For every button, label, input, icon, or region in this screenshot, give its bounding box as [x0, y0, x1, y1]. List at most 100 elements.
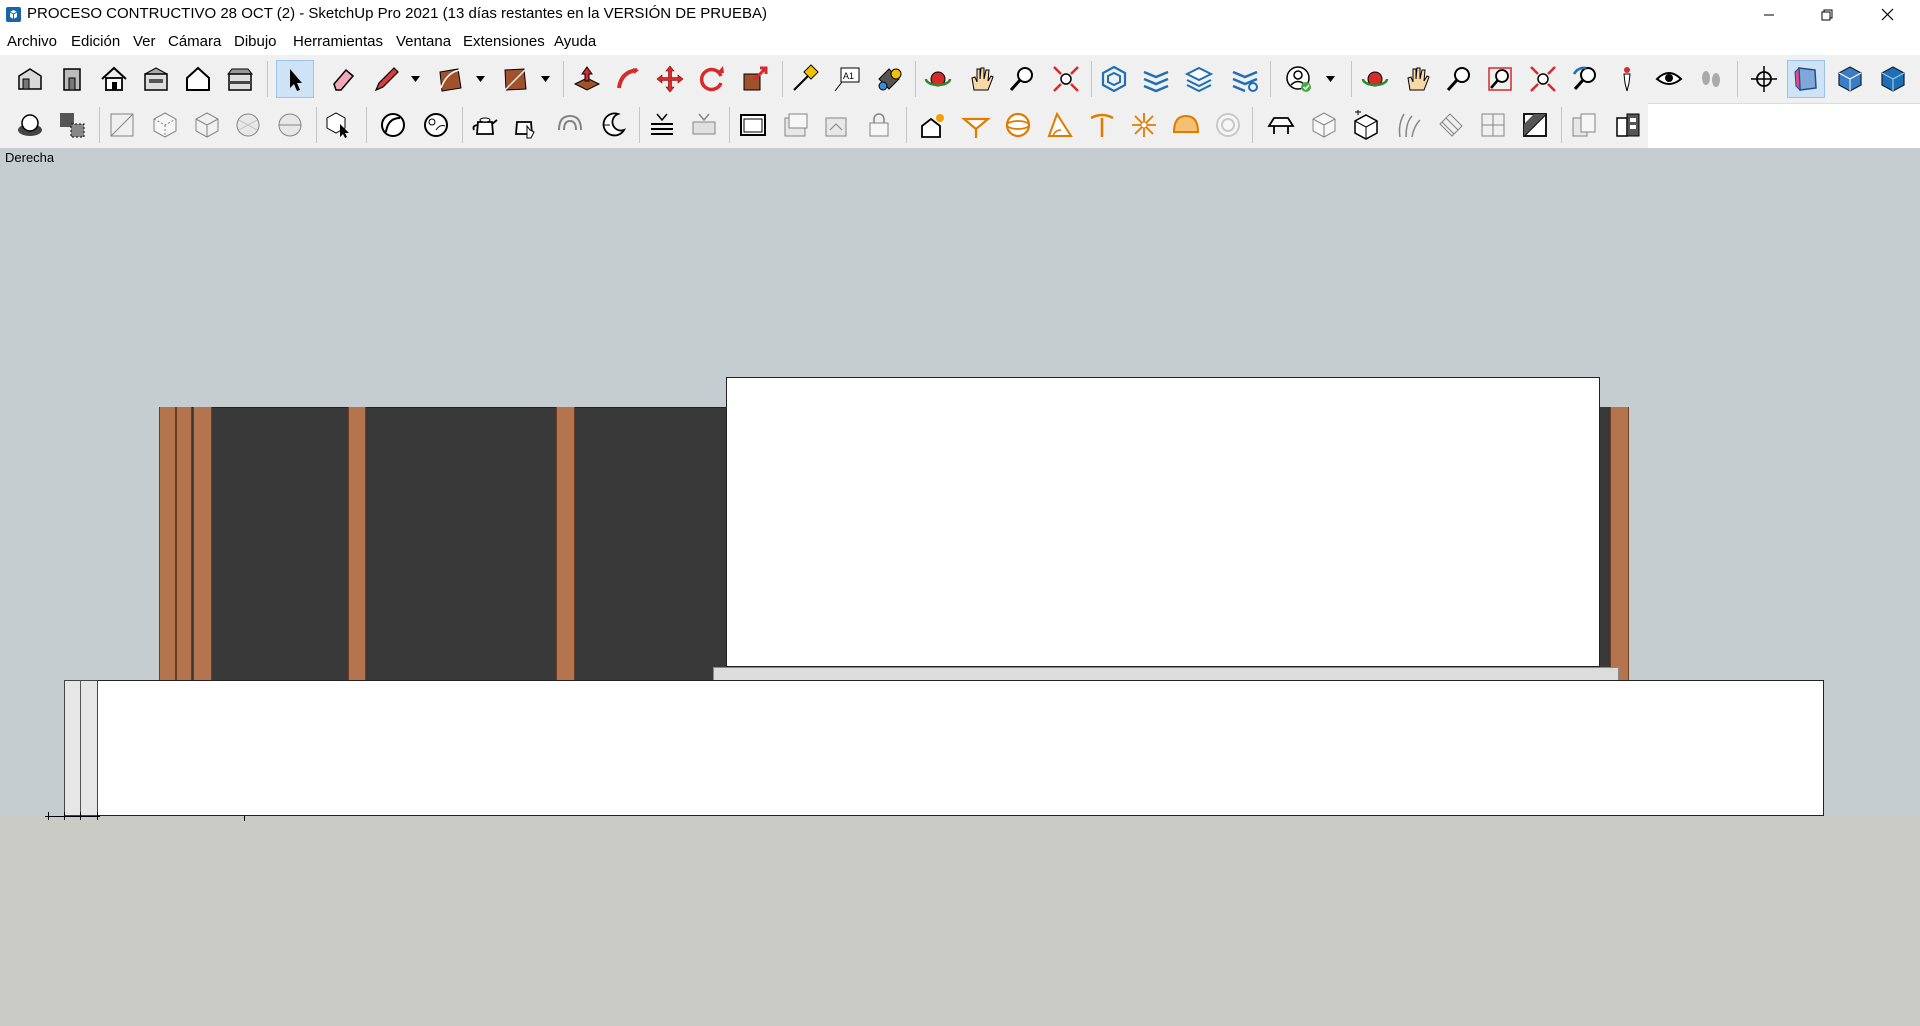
- sphere-button[interactable]: [999, 106, 1037, 144]
- wood-post[interactable]: [193, 407, 212, 680]
- disc-button[interactable]: [1209, 106, 1247, 144]
- building-button[interactable]: [1609, 106, 1647, 144]
- wood-post[interactable]: [348, 407, 366, 680]
- wood-post[interactable]: [1610, 407, 1629, 680]
- perspective-view-button[interactable]: [1831, 60, 1869, 98]
- shadows-button[interactable]: [11, 106, 49, 144]
- wood-post[interactable]: [159, 407, 176, 680]
- tape-measure-button[interactable]: [786, 60, 824, 98]
- upper-white-volume[interactable]: [726, 377, 1600, 667]
- teapot-button[interactable]: [466, 106, 504, 144]
- move-tool-button[interactable]: [651, 60, 689, 98]
- cut-box-button[interactable]: [1516, 106, 1554, 144]
- arc-tool-button[interactable]: [431, 60, 469, 98]
- menu-camara[interactable]: Cámara: [168, 33, 221, 50]
- window-1-button[interactable]: [734, 106, 772, 144]
- wood-post[interactable]: [556, 407, 575, 680]
- menu-herramientas[interactable]: Herramientas: [293, 33, 383, 50]
- outliner-button[interactable]: [1226, 60, 1264, 98]
- pan-2-button[interactable]: [1398, 60, 1436, 98]
- minimize-button[interactable]: [1740, 0, 1798, 29]
- umbrella-button[interactable]: [957, 106, 995, 144]
- two-point-view-button[interactable]: [1874, 60, 1912, 98]
- iso-view-button[interactable]: [11, 60, 49, 98]
- components-button[interactable]: [1095, 60, 1133, 98]
- grid-box-button[interactable]: [1474, 106, 1512, 144]
- window-2-button[interactable]: [776, 106, 814, 144]
- grass-button[interactable]: [1390, 106, 1428, 144]
- layers-button[interactable]: [1180, 60, 1218, 98]
- back-edges-button[interactable]: [146, 106, 184, 144]
- xray-button[interactable]: [103, 106, 141, 144]
- menu-extensiones[interactable]: Extensiones: [463, 33, 545, 50]
- paint-bucket-button[interactable]: [870, 60, 908, 98]
- account-button[interactable]: [1280, 60, 1318, 98]
- line-dropdown[interactable]: [409, 60, 421, 98]
- cube-1-button[interactable]: [1305, 106, 1343, 144]
- top-view-button[interactable]: [95, 60, 133, 98]
- arc-dropdown[interactable]: [474, 60, 486, 98]
- left-view-button[interactable]: [221, 60, 259, 98]
- menu-archivo[interactable]: Archivo: [7, 33, 57, 50]
- position-camera-button[interactable]: [1608, 60, 1646, 98]
- orbit-2-button[interactable]: [1356, 60, 1394, 98]
- dark-wall[interactable]: [160, 407, 726, 681]
- zoom-extents-button[interactable]: [1047, 60, 1085, 98]
- scale-tool-button[interactable]: [736, 60, 774, 98]
- back-view-button[interactable]: [137, 60, 175, 98]
- axes-button[interactable]: [1745, 60, 1783, 98]
- stamp-button[interactable]: [1083, 106, 1121, 144]
- moon-button[interactable]: [594, 106, 632, 144]
- lock-button[interactable]: [860, 106, 898, 144]
- shaded-button[interactable]: [271, 106, 309, 144]
- teapot-click-button[interactable]: [508, 106, 546, 144]
- look-around-button[interactable]: [1650, 60, 1688, 98]
- hatch-2-button[interactable]: [685, 106, 723, 144]
- window-3-button[interactable]: [818, 106, 856, 144]
- sandbox-contours-button[interactable]: [374, 106, 412, 144]
- menu-ver[interactable]: Ver: [133, 33, 156, 50]
- walk-button[interactable]: [1692, 60, 1730, 98]
- wood-post[interactable]: [176, 407, 192, 680]
- hatch-1-button[interactable]: [643, 106, 681, 144]
- cube-2-button[interactable]: [1347, 106, 1385, 144]
- soften-button[interactable]: [551, 106, 589, 144]
- parallel-view-button[interactable]: [1787, 60, 1825, 98]
- menu-edicion[interactable]: Edición: [71, 33, 120, 50]
- zoom-extents-2-button[interactable]: [1524, 60, 1562, 98]
- eraser-button[interactable]: [324, 60, 362, 98]
- sandbox-scratch-button[interactable]: [417, 106, 455, 144]
- close-button[interactable]: [1858, 0, 1916, 29]
- sun-house-button[interactable]: [914, 106, 952, 144]
- menu-ventana[interactable]: Ventana: [396, 33, 451, 50]
- previous-view-button[interactable]: [1566, 60, 1604, 98]
- camera-plane-button[interactable]: [1262, 106, 1300, 144]
- zoom-2-button[interactable]: [1440, 60, 1478, 98]
- guides-button[interactable]: [53, 106, 91, 144]
- right-view-button[interactable]: [179, 60, 217, 98]
- zoom-window-button[interactable]: [1481, 60, 1519, 98]
- restore-button[interactable]: [1798, 0, 1856, 29]
- rectangle-dropdown[interactable]: [539, 60, 551, 98]
- rectangle-tool-button[interactable]: [496, 60, 534, 98]
- text-tool-button[interactable]: A1: [828, 60, 866, 98]
- marble-slab[interactable]: [713, 667, 1619, 681]
- hidden-line-button[interactable]: [229, 106, 267, 144]
- base-end-cap[interactable]: [64, 680, 98, 816]
- component-select-button[interactable]: [320, 106, 358, 144]
- protractor-button[interactable]: [1041, 106, 1079, 144]
- base-white-volume[interactable]: [97, 680, 1824, 816]
- account-dropdown[interactable]: [1324, 60, 1336, 98]
- drawing-viewport[interactable]: Derecha: [0, 148, 1920, 1026]
- duplicate-button[interactable]: [1565, 106, 1603, 144]
- rotate-tool-button[interactable]: [693, 60, 731, 98]
- menu-ayuda[interactable]: Ayuda: [554, 33, 596, 50]
- line-tool-button[interactable]: [368, 60, 406, 98]
- burst-button[interactable]: [1125, 106, 1163, 144]
- zoom-button[interactable]: [1003, 60, 1041, 98]
- follow-me-button[interactable]: [609, 60, 647, 98]
- front-view-button[interactable]: [53, 60, 91, 98]
- section-plane-button[interactable]: [1137, 60, 1175, 98]
- orbit-button[interactable]: [919, 60, 957, 98]
- slash-box-button[interactable]: [1432, 106, 1470, 144]
